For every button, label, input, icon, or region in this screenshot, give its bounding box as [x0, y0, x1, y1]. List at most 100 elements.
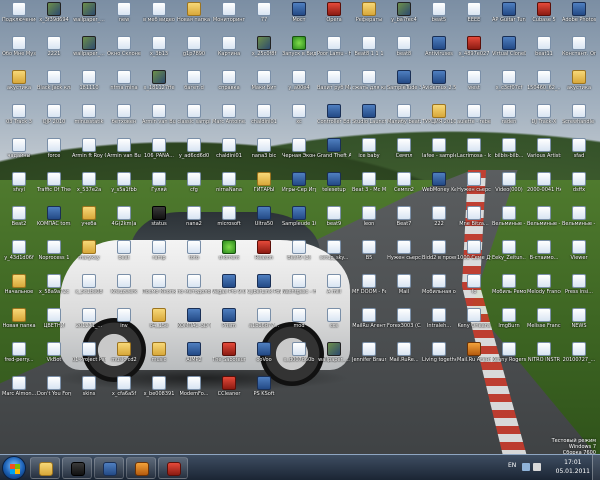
desktop-shortcut[interactable]: сжать для катера	[352, 70, 386, 100]
desktop-shortcut[interactable]: MailRu Агент	[352, 308, 386, 338]
desktop-shortcut[interactable]: Малибу beatz - Ма...	[387, 104, 421, 134]
desktop-shortcut[interactable]: x_537e2a	[72, 172, 106, 202]
desktop-shortcut[interactable]: Вельминые - Sean Ber...	[492, 206, 526, 236]
desktop-shortcut[interactable]: dsffx	[562, 172, 596, 202]
desktop-shortcut[interactable]: Мобиль Ремонт...	[492, 274, 526, 304]
desktop-shortcut[interactable]: 20100727_...	[562, 342, 596, 372]
desktop-shortcut[interactable]: g1p7890	[177, 36, 211, 66]
desktop-shortcut[interactable]: Studio Launcher	[352, 104, 386, 134]
desktop-shortcut[interactable]: Семпл2	[387, 172, 421, 202]
desktop-shortcut[interactable]: music	[142, 342, 176, 372]
desktop-shortcut[interactable]: 150460_62_...	[527, 70, 561, 100]
desktop-shortcut[interactable]: y_s5a1fbb	[107, 172, 141, 202]
desktop-shortcut[interactable]: x_be008391	[142, 376, 176, 406]
desktop-shortcut[interactable]: Вахит руб Мир(Макс..	[317, 70, 351, 100]
desktop-shortcut[interactable]: Intraleh...	[422, 308, 456, 338]
desktop-shortcut[interactable]: Hужен сьерс	[457, 172, 491, 202]
desktop-shortcut[interactable]: Lacrimosa - Ich Bin De...	[457, 138, 491, 168]
desktop-shortcut[interactable]: Mail.RuRe...	[387, 342, 421, 372]
desktop-shortcut[interactable]: в меб видео	[142, 2, 176, 32]
desktop-shortcut[interactable]: Kenny Rogers la...	[492, 342, 526, 372]
desktop-shortcut[interactable]: DJ Track-X	[527, 104, 561, 134]
desktop-shortcut[interactable]: toto	[177, 240, 211, 270]
desktop-shortcut[interactable]: NITRO INSTR	[527, 342, 561, 372]
desktop-shortcut[interactable]: y_ad6cd6d0	[177, 138, 211, 168]
desktop-shortcut[interactable]: nana2	[177, 206, 211, 236]
desktop-shortcut[interactable]: x_5c1be08	[72, 274, 106, 304]
desktop-shortcut[interactable]: wallpaper_...	[72, 36, 106, 66]
desktop-shortcut[interactable]: 01-Project Pat ft. Ol...	[72, 342, 106, 372]
desktop-shortcut[interactable]: Living together	[422, 342, 456, 372]
desktop-shortcut[interactable]: Opera	[317, 2, 351, 32]
desktop-shortcut[interactable]: 181110	[72, 70, 106, 100]
desktop-shortcut[interactable]: Marc Almon...	[2, 376, 36, 406]
desktop-shortcut[interactable]: skins	[72, 376, 106, 406]
desktop-shortcut[interactable]: Beat2	[2, 206, 36, 236]
ie-button[interactable]	[94, 457, 124, 479]
desktop-shortcut[interactable]: чадайны	[2, 138, 36, 168]
desktop-shortcut[interactable]: Poor Lamu - Hit 1971	[317, 36, 351, 66]
desktop-shortcut[interactable]: Новая папка	[2, 308, 36, 338]
desktop-shortcut[interactable]: Mail.Ru Агент	[457, 342, 491, 372]
desktop-shortcut[interactable]: 03 Track 3	[2, 104, 36, 134]
desktop-shortcut[interactable]: 77	[247, 2, 281, 32]
desktop-shortcut[interactable]: beat	[107, 240, 141, 270]
desktop-shortcut[interactable]: Vegas Pro 9.0	[212, 274, 246, 304]
desktop-shortcut[interactable]: fo	[457, 274, 491, 304]
desktop-shortcut[interactable]: SampleTude 3.2	[387, 70, 421, 100]
language-indicator[interactable]: EN	[508, 462, 516, 469]
desktop-shortcut[interactable]: 84_15e	[142, 308, 176, 338]
desktop-shortcut[interactable]: Marc Antoine...	[212, 104, 246, 134]
desktop-shortcut[interactable]: Подключение к интернету	[2, 2, 36, 32]
desktop-shortcut[interactable]: x_58a9a72c	[37, 274, 71, 304]
desktop-shortcut[interactable]: Вельминые - Sean Ber...	[562, 206, 596, 236]
desktop-shortcut[interactable]: fred-perry...	[2, 342, 36, 372]
desktop-shortcut[interactable]: Antiviruses	[422, 36, 456, 66]
explorer-button[interactable]	[30, 457, 60, 479]
desktop-shortcut[interactable]: Обо Мне Музыка	[2, 36, 36, 66]
desktop-shortcut[interactable]: beat8	[387, 36, 421, 66]
desktop-shortcut[interactable]: x_3b13	[142, 36, 176, 66]
desktop-shortcut[interactable]: Various Artists - ...	[527, 138, 561, 168]
desktop-shortcut[interactable]: beat9	[317, 206, 351, 236]
desktop-shortcut[interactable]: Video(000)	[492, 172, 526, 202]
desktop-shortcut[interactable]: Nachtgesc - Feur CIM...	[282, 274, 316, 304]
desktop-shortcut[interactable]: x_3f39d694	[37, 2, 71, 32]
desktop-shortcut[interactable]: ImgBurn	[492, 308, 526, 338]
desktop-shortcut[interactable]: акустика	[2, 70, 36, 100]
desktop-shortcut[interactable]: Посмо Кнопка	[142, 274, 176, 304]
desktop-shortcut[interactable]: Beat9 (3)	[282, 240, 316, 270]
desktop-shortcut[interactable]: west	[457, 70, 491, 100]
desktop-shortcut[interactable]: ramp	[142, 240, 176, 270]
desktop-shortcut[interactable]: mod	[282, 308, 316, 338]
desktop-shortcut[interactable]: Avidemux 2.5	[422, 70, 456, 100]
desktop-shortcut[interactable]: inv	[107, 308, 141, 338]
desktop-shortcut[interactable]: xc	[282, 104, 316, 134]
desktop-shortcut[interactable]: Sampleude 10 Downl...	[282, 206, 316, 236]
desktop-shortcut[interactable]: Мост	[282, 2, 316, 32]
desktop-shortcut[interactable]: chaldini01	[212, 138, 246, 168]
desktop-shortcut[interactable]: ForexЗ003 (Слов) Rol...	[387, 308, 421, 338]
desktop-shortcut[interactable]: x_4897e027	[457, 36, 491, 66]
desktop-shortcut[interactable]: y_ba7fec4	[387, 2, 421, 32]
desktop-shortcut[interactable]: QJP 2010	[37, 104, 71, 134]
desktop-shortcut[interactable]: bilbis-bilb...	[492, 138, 526, 168]
desktop-shortcut[interactable]: ccs	[317, 308, 351, 338]
desktop-shortcut[interactable]: AP Guitar Tuner 1.02	[492, 2, 526, 32]
desktop-shortcut[interactable]: Keny Orleans	[457, 308, 491, 338]
volume-icon[interactable]	[533, 463, 541, 471]
desktop-shortcut[interactable]: Констант. Оптимист	[562, 36, 596, 66]
desktop-shortcut[interactable]: music cd2	[107, 342, 141, 372]
desktop-shortcut[interactable]: Beat 3 - Mc Морской	[352, 172, 386, 202]
desktop-shortcut[interactable]: 106_PANA...	[142, 138, 176, 168]
desktop-shortcut[interactable]: Controller Editor	[317, 104, 351, 134]
desktop-shortcut[interactable]: 201271_...	[72, 308, 106, 338]
desktop-shortcut[interactable]: Картина	[212, 36, 246, 66]
desktop-shortcut[interactable]: 2221	[37, 36, 71, 66]
desktop-shortcut[interactable]: Beat7	[387, 206, 421, 236]
desktop-shortcut[interactable]: ice baby	[352, 138, 386, 168]
desktop-shortcut[interactable]: lafee - sample	[422, 138, 456, 168]
desktop-shortcut[interactable]: y_43d1d06f	[2, 240, 36, 270]
desktop-shortcut[interactable]: maryksy	[72, 240, 106, 270]
desktop-shortcut[interactable]: classic sampl	[177, 104, 211, 134]
